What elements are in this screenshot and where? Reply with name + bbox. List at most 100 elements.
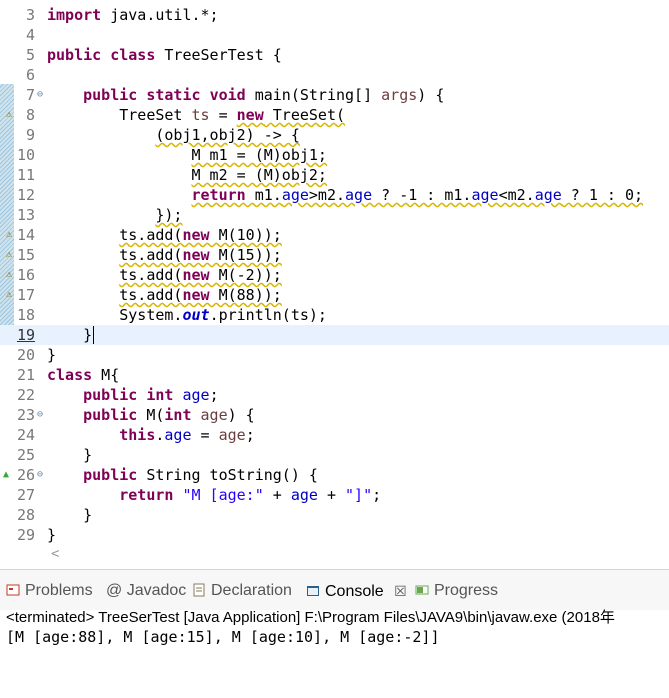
code-line[interactable]: 7 ⊖ public static void main(String[] args…	[0, 85, 669, 105]
line-number: 25	[16, 446, 35, 464]
scroll-left-icon[interactable]: <	[51, 546, 59, 562]
line-number: 19	[16, 326, 35, 344]
view-tabbar: Problems @ Javadoc Declaration Console ☒…	[0, 570, 669, 610]
code-text: ts.add(new M(-2));	[119, 266, 282, 284]
tab-console[interactable]: Console ☒	[306, 580, 407, 602]
text-caret	[93, 326, 95, 344]
code-line[interactable]: 17 ⚠ ts.add(new M(88));	[0, 285, 669, 305]
code-text: class M{	[47, 366, 120, 384]
code-text: }	[47, 526, 57, 544]
console-output[interactable]: [M [age:88], M [age:15], M [age:10], M […	[6, 628, 439, 646]
line-number: 9	[25, 126, 35, 144]
tab-label: Declaration	[211, 582, 292, 599]
code-line[interactable]: 16 ⚠ ts.add(new M(-2));	[0, 265, 669, 285]
declaration-icon	[192, 582, 206, 597]
code-text: return m1.age>m2.age ? -1 : m1.age<m2.ag…	[191, 186, 644, 204]
line-number: 7	[25, 86, 35, 104]
problems-icon	[6, 582, 20, 596]
code-text: System.out.println(ts);	[47, 306, 327, 324]
code-text: public static void main(String[] args) {	[83, 86, 445, 104]
warning-marker-icon[interactable]: ⚠	[3, 269, 15, 281]
line-number: 20	[16, 346, 35, 364]
code-line[interactable]: 10 M m1 = (M)obj1;	[0, 145, 669, 165]
code-text: }	[47, 326, 95, 344]
code-line[interactable]: 9 (obj1,obj2) -> {	[0, 125, 669, 145]
line-number: 11	[16, 166, 35, 184]
code-line[interactable]: 24 this.age = age;	[0, 425, 669, 445]
horizontal-scrollbar[interactable]: <	[47, 546, 669, 564]
code-text: ts.add(new M(88));	[119, 286, 282, 304]
code-text: M m2 = (M)obj2;	[191, 166, 327, 184]
line-number: 14	[16, 226, 35, 244]
line-number: 21	[16, 366, 35, 384]
line-number: 28	[16, 506, 35, 524]
code-line[interactable]: 22 public int age;	[0, 385, 669, 405]
code-line[interactable]: 23 ⊖ public M(int age) {	[0, 405, 669, 425]
code-text: M m1 = (M)obj1;	[191, 146, 327, 164]
code-text: TreeSet ts = new TreeSet(	[47, 106, 346, 124]
code-line[interactable]: 12 return m1.age>m2.age ? -1 : m1.age<m2…	[0, 185, 669, 205]
line-number: 5	[25, 46, 35, 64]
code-line[interactable]: 14 ⚠ ts.add(new M(10));	[0, 225, 669, 245]
fold-collapse-icon[interactable]: ⊖	[37, 85, 43, 105]
code-line[interactable]: 11 M m2 = (M)obj2;	[0, 165, 669, 185]
tab-label: Problems	[25, 582, 93, 599]
code-text: }	[47, 446, 93, 464]
warning-marker-icon[interactable]: ⚠	[3, 229, 15, 241]
line-number: 26	[16, 466, 35, 484]
fold-collapse-icon[interactable]: ⊖	[37, 465, 43, 485]
close-icon[interactable]: ☒	[394, 583, 407, 599]
code-line[interactable]: 20}	[0, 345, 669, 365]
tab-progress[interactable]: Progress	[415, 580, 498, 602]
code-line[interactable]: 15 ⚠ ts.add(new M(15));	[0, 245, 669, 265]
code-line[interactable]: 25 }	[0, 445, 669, 465]
warning-marker-icon[interactable]: ⚠	[3, 249, 15, 261]
override-marker-icon[interactable]: ▲	[3, 465, 9, 485]
line-number: 27	[16, 486, 35, 504]
code-line[interactable]: 27 return "M [age:" + age + "]";	[0, 485, 669, 505]
code-text: }	[47, 506, 93, 524]
line-number: 15	[16, 246, 35, 264]
line-number: 23	[16, 406, 35, 424]
code-line[interactable]: 21 class M{	[0, 365, 669, 385]
code-line[interactable]: 19 }	[0, 325, 669, 345]
code-text: ts.add(new M(10));	[119, 226, 282, 244]
progress-icon	[415, 582, 429, 596]
code-line[interactable]: 5 public class TreeSerTest {	[0, 45, 669, 65]
code-line[interactable]: 13 });	[0, 205, 669, 225]
code-line[interactable]: 26 ⊖ ▲ public String toString() {	[0, 465, 669, 485]
tab-label: @ Javadoc	[106, 582, 187, 599]
line-number: 8	[25, 106, 35, 124]
fold-collapse-icon[interactable]: ⊖	[37, 405, 43, 425]
warning-marker-icon[interactable]: ⚠	[3, 289, 15, 301]
line-number: 24	[16, 426, 35, 444]
line-number: 29	[16, 526, 35, 544]
line-number: 18	[16, 306, 35, 324]
line-number: 17	[16, 286, 35, 304]
line-number: 6	[25, 66, 35, 84]
code-text: (obj1,obj2) -> {	[155, 126, 300, 144]
line-number: 16	[16, 266, 35, 284]
tab-problems[interactable]: Problems	[6, 580, 93, 602]
code-line[interactable]: 3 import java.util.*;	[0, 5, 669, 25]
code-line[interactable]: 6	[0, 65, 669, 85]
tab-javadoc[interactable]: @ Javadoc	[106, 580, 186, 602]
code-line[interactable]: 18 System.out.println(ts);	[0, 305, 669, 325]
code-editor[interactable]: 3 import java.util.*; 4 5 public class TreeS…	[0, 0, 669, 546]
code-line[interactable]: 8 ⚠ TreeSet ts = new TreeSet(	[0, 105, 669, 125]
tab-declaration[interactable]: Declaration	[192, 580, 292, 602]
console-status: <terminated> TreeSerTest [Java Applicati…	[6, 609, 615, 626]
code-line[interactable]: 4	[0, 25, 669, 45]
line-number: 4	[25, 26, 35, 44]
line-number: 12	[16, 186, 35, 204]
line-number: 3	[25, 6, 35, 24]
line-number: 22	[16, 386, 35, 404]
code-text: public class TreeSerTest {	[47, 46, 282, 64]
code-line[interactable]: 29}	[0, 525, 669, 545]
code-line[interactable]: 28 }	[0, 505, 669, 525]
tab-label: Progress	[434, 582, 499, 599]
code-text: });	[155, 206, 183, 224]
tab-label: Console	[325, 583, 384, 600]
warning-marker-icon[interactable]: ⚠	[3, 109, 15, 121]
code-text: }	[47, 346, 57, 364]
